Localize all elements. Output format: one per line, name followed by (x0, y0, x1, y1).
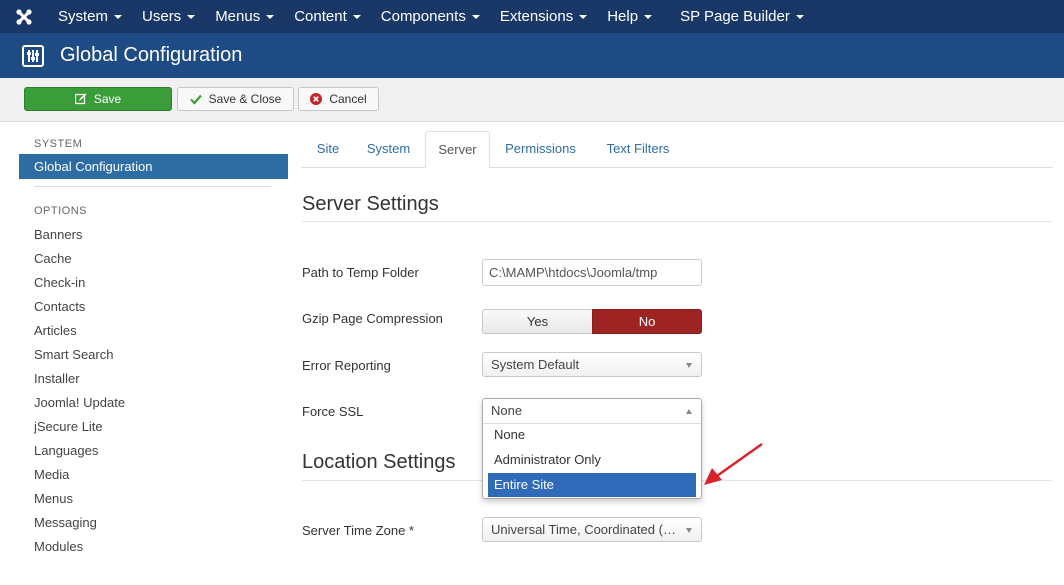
annotation-arrow-icon (704, 442, 763, 485)
caret-down-icon (114, 14, 123, 19)
nav-label: Menus (215, 8, 261, 25)
nav-label: Content (294, 8, 347, 25)
server-settings-title: Server Settings (302, 193, 439, 215)
save-and-close-button[interactable]: Save & Close (177, 87, 294, 111)
caret-down-icon (644, 14, 653, 19)
force-ssl-label: Force SSL (302, 404, 364, 419)
check-icon (189, 94, 202, 105)
sidebar-item-media[interactable]: Media (19, 463, 289, 487)
chevron-down-icon (686, 528, 692, 533)
equalizer-icon (22, 44, 44, 67)
caret-down-icon (795, 14, 804, 19)
timezone-label: Server Time Zone * (302, 523, 414, 538)
timezone-select[interactable]: Universal Time, Coordinated (UTC) (482, 517, 702, 542)
location-settings-title: Location Settings (302, 451, 456, 473)
gzip-no-button[interactable]: No (592, 309, 702, 334)
chevron-down-icon (686, 363, 692, 368)
cancel-circle-icon (310, 93, 323, 105)
save-button[interactable]: Save (24, 87, 172, 111)
sidebar-item-contacts[interactable]: Contacts (19, 295, 289, 319)
sidebar-divider (34, 186, 271, 187)
nav-label: Help (607, 8, 639, 25)
sidebar-item-joomla-update[interactable]: Joomla! Update (19, 391, 289, 415)
tab-site[interactable]: Site (303, 131, 353, 168)
nav-menu-users[interactable]: Users (132, 0, 205, 33)
gzip-toggle: Yes No (482, 309, 702, 334)
caret-down-icon (579, 14, 588, 19)
temp-folder-label: Path to Temp Folder (302, 265, 419, 280)
error-reporting-label: Error Reporting (302, 358, 391, 373)
page-header: Global Configuration (0, 33, 1064, 78)
temp-folder-input[interactable]: C:\MAMP\htdocs\Joomla/tmp (482, 259, 702, 286)
sidebar-item-modules[interactable]: Modules (19, 535, 289, 559)
nav-menu-sp-page-builder[interactable]: SP Page Builder (670, 0, 814, 33)
section-divider (302, 221, 1052, 222)
force-ssl-select[interactable]: None (483, 399, 701, 424)
caret-down-icon (187, 14, 196, 19)
tab-text-filters[interactable]: Text Filters (595, 131, 681, 168)
joomla-logo-icon[interactable] (0, 0, 48, 33)
nav-menu-system[interactable]: System (48, 0, 132, 33)
nav-label: Users (142, 8, 182, 25)
sidebar-item-cache[interactable]: Cache (19, 247, 289, 271)
nav-label: Extensions (499, 8, 574, 25)
config-tabs: Site System Server Permissions Text Filt… (301, 131, 1053, 169)
sidebar-item-check-in[interactable]: Check-in (19, 271, 289, 295)
nav-label: System (58, 8, 109, 25)
force-ssl-dropdown: None None Administrator Only Entire Site (482, 398, 702, 499)
sidebar-heading-system: SYSTEM (34, 138, 83, 150)
nav-menu-content[interactable]: Content (284, 0, 371, 33)
tab-server[interactable]: Server (425, 131, 490, 169)
sidebar-item-articles[interactable]: Articles (19, 319, 289, 343)
force-ssl-value: None (491, 403, 523, 418)
gzip-label: Gzip Page Compression (302, 311, 443, 326)
sidebar-item-menus[interactable]: Menus (19, 487, 289, 511)
edit-icon (74, 93, 87, 105)
sidebar: SYSTEM Global Configuration OPTIONS Bann… (19, 122, 289, 559)
caret-down-icon (352, 14, 361, 19)
sidebar-item-messaging[interactable]: Messaging (19, 511, 289, 535)
tab-system[interactable]: System (357, 131, 420, 168)
force-ssl-option-administrator-only[interactable]: Administrator Only (488, 448, 696, 472)
save-and-close-label: Save & Close (208, 92, 282, 106)
chevron-up-icon (686, 409, 692, 414)
sidebar-item-languages[interactable]: Languages (19, 439, 289, 463)
tab-permissions[interactable]: Permissions (494, 131, 587, 168)
save-label: Save (93, 92, 122, 106)
sidebar-item-global-configuration[interactable]: Global Configuration (19, 154, 288, 179)
force-ssl-option-entire-site[interactable]: Entire Site (488, 473, 696, 497)
caret-down-icon (266, 14, 275, 19)
nav-menu-extensions[interactable]: Extensions (490, 0, 597, 33)
timezone-value: Universal Time, Coordinated (UTC) (491, 522, 676, 537)
page-title: Global Configuration (60, 44, 243, 66)
caret-down-icon (471, 14, 480, 19)
cancel-button[interactable]: Cancel (298, 87, 379, 111)
sidebar-item-banners[interactable]: Banners (19, 223, 289, 247)
error-reporting-value: System Default (491, 357, 580, 372)
sidebar-item-smart-search[interactable]: Smart Search (19, 343, 289, 367)
cancel-label: Cancel (329, 92, 367, 106)
gzip-yes-button[interactable]: Yes (482, 309, 592, 334)
error-reporting-select[interactable]: System Default (482, 352, 702, 377)
sidebar-item-jsecure-lite[interactable]: jSecure Lite (19, 415, 289, 439)
sidebar-heading-options: OPTIONS (34, 205, 88, 217)
toolbar: Save Save & Close Cancel (0, 78, 1064, 122)
nav-menu-help[interactable]: Help (597, 0, 662, 33)
force-ssl-option-none[interactable]: None (488, 423, 696, 447)
top-navbar: System Users Menus Content Components Ex… (0, 0, 1064, 33)
sidebar-item-installer[interactable]: Installer (19, 367, 289, 391)
nav-label: Components (380, 8, 466, 25)
nav-menu-components[interactable]: Components (371, 0, 490, 33)
nav-menu-menus[interactable]: Menus (205, 0, 284, 33)
nav-label: SP Page Builder (680, 8, 790, 25)
